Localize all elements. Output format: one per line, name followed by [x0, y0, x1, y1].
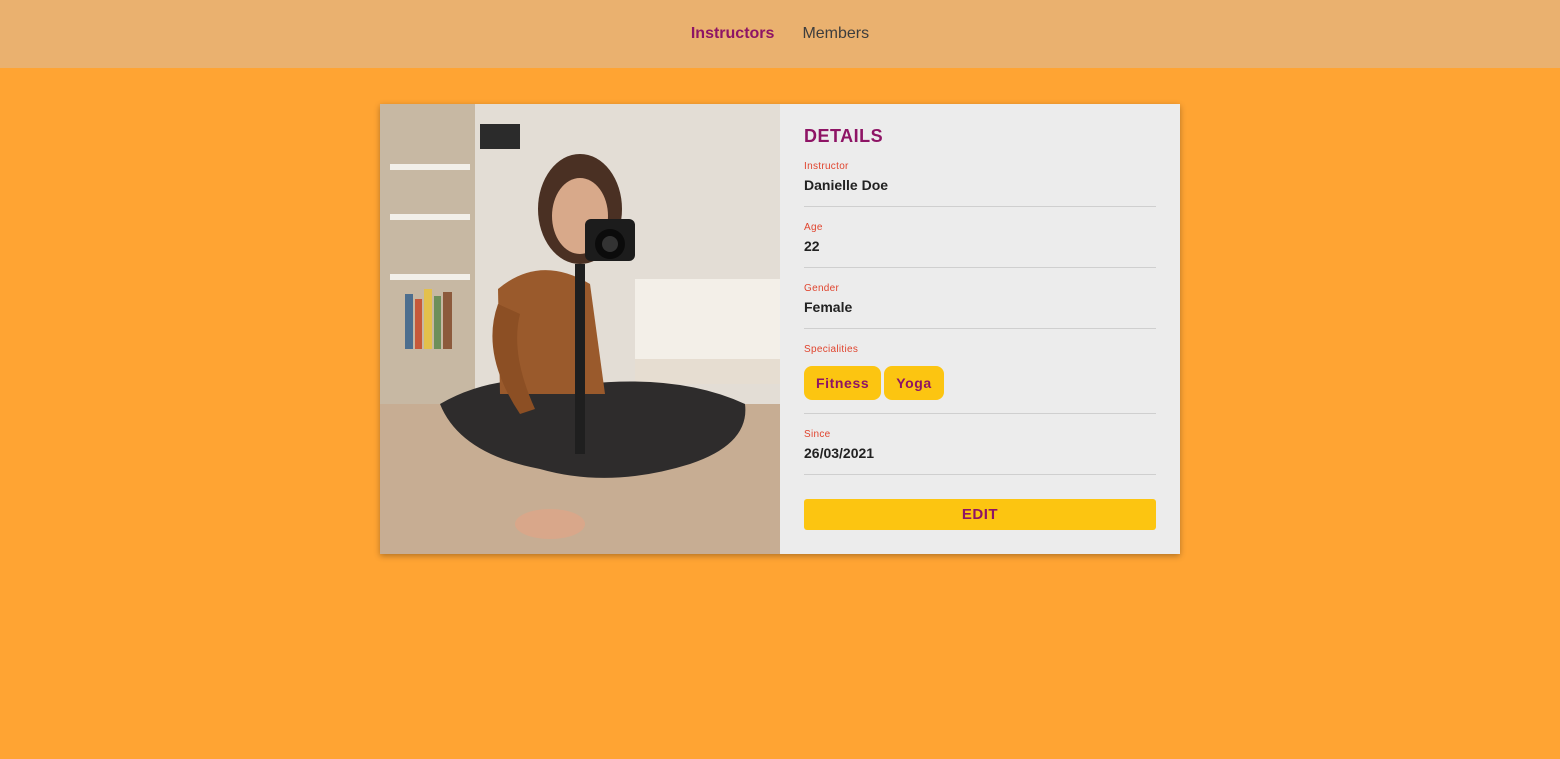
chip-fitness[interactable]: Fitness: [804, 366, 882, 400]
field-value-since: 26/03/2021: [804, 445, 875, 461]
nav-link-members[interactable]: Members: [802, 24, 869, 44]
field-instructor: Instructor Danielle Doe: [804, 161, 1156, 207]
instructor-photo: [380, 104, 780, 554]
field-value-age: 22: [804, 238, 820, 254]
field-label-gender: Gender: [804, 283, 840, 294]
specialities-chips: Fitness Yoga: [804, 366, 1156, 400]
field-value-gender: Female: [804, 299, 853, 315]
field-label-instructor: Instructor: [804, 161, 849, 172]
chip-yoga[interactable]: Yoga: [884, 366, 944, 400]
field-label-age: Age: [804, 222, 823, 233]
details-panel: DETAILS Instructor Danielle Doe Age 22 G…: [780, 104, 1180, 554]
field-age: Age 22: [804, 222, 1156, 268]
nav-link-instructors[interactable]: Instructors: [691, 24, 775, 44]
details-title: DETAILS: [804, 126, 884, 146]
instructor-photo-illustration: [380, 104, 780, 554]
field-label-since: Since: [804, 429, 831, 440]
instructor-card: DETAILS Instructor Danielle Doe Age 22 G…: [380, 104, 1180, 554]
field-label-specialities: Specialities: [804, 344, 859, 355]
edit-button[interactable]: EDIT: [804, 499, 1156, 530]
top-navigation-bar: Instructors Members: [0, 0, 1560, 68]
field-gender: Gender Female: [804, 283, 1156, 329]
field-specialities: Specialities Fitness Yoga: [804, 344, 1156, 414]
field-value-instructor: Danielle Doe: [804, 177, 889, 193]
field-since: Since 26/03/2021: [804, 429, 1156, 475]
